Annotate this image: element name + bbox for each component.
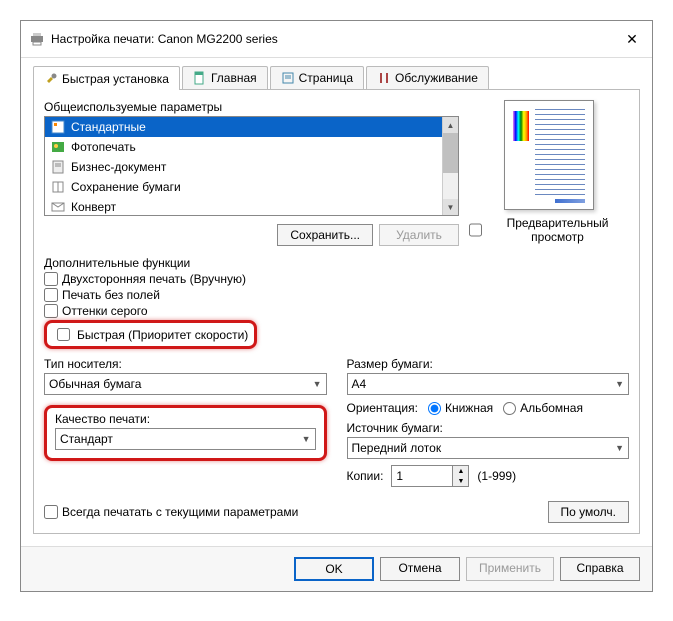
window-title: Настройка печати: Canon MG2200 series bbox=[51, 32, 620, 46]
duplex-label: Двухсторонняя печать (Вручную) bbox=[62, 272, 246, 286]
tools-icon bbox=[377, 71, 391, 85]
chevron-down-icon: ▼ bbox=[302, 434, 311, 444]
grayscale-row[interactable]: Оттенки серого bbox=[44, 304, 629, 318]
preview-checkbox[interactable] bbox=[469, 223, 482, 237]
preview-bar bbox=[555, 199, 585, 203]
chevron-down-icon: ▼ bbox=[313, 379, 322, 389]
fast-label: Быстрая (Приоритет скорости) bbox=[77, 328, 248, 342]
quality-highlight: Качество печати: Стандарт ▼ bbox=[44, 405, 327, 461]
standard-icon bbox=[51, 120, 65, 134]
photo-icon bbox=[51, 140, 65, 154]
wrench-icon bbox=[44, 72, 58, 86]
scrollbar[interactable]: ▲ ▼ bbox=[442, 117, 458, 215]
borderless-checkbox[interactable] bbox=[44, 288, 58, 302]
landscape-radio-row[interactable]: Альбомная bbox=[503, 401, 583, 415]
tab-maintenance[interactable]: Обслуживание bbox=[366, 66, 489, 90]
paper-size-select[interactable]: A4 ▼ bbox=[347, 373, 630, 395]
quality-select[interactable]: Стандарт ▼ bbox=[55, 428, 316, 450]
grayscale-checkbox[interactable] bbox=[44, 304, 58, 318]
cancel-button[interactable]: Отмена bbox=[380, 557, 460, 581]
fast-checkbox[interactable] bbox=[57, 328, 70, 341]
tab-label: Главная bbox=[211, 71, 257, 85]
tab-page[interactable]: Страница bbox=[270, 66, 364, 90]
list-item[interactable]: Сохранение бумаги bbox=[45, 177, 442, 197]
tab-label: Обслуживание bbox=[395, 71, 478, 85]
page-icon bbox=[281, 71, 295, 85]
defaults-button[interactable]: По умолч. bbox=[548, 501, 629, 523]
presets-label: Общеиспользуемые параметры bbox=[44, 100, 459, 114]
portrait-radio-row[interactable]: Книжная bbox=[428, 401, 493, 415]
borderless-row[interactable]: Печать без полей bbox=[44, 288, 629, 302]
orientation-label: Ориентация: bbox=[347, 401, 418, 415]
portrait-radio[interactable] bbox=[428, 402, 441, 415]
chevron-down-icon: ▼ bbox=[615, 443, 624, 453]
always-label: Всегда печатать с текущими параметрами bbox=[62, 505, 298, 519]
preview-checkbox-label: Предварительный просмотр bbox=[486, 216, 629, 244]
grayscale-label: Оттенки серого bbox=[62, 304, 148, 318]
duplex-checkbox[interactable] bbox=[44, 272, 58, 286]
source-label: Источник бумаги: bbox=[347, 421, 630, 435]
tab-strip: Быстрая установка Главная Страница Обслу… bbox=[33, 66, 640, 90]
scroll-up-button[interactable]: ▲ bbox=[443, 117, 458, 133]
scroll-thumb[interactable] bbox=[443, 133, 458, 173]
spin-up-button[interactable]: ▲ bbox=[453, 466, 468, 476]
quality-label: Качество печати: bbox=[55, 412, 316, 426]
ok-button[interactable]: OK bbox=[294, 557, 374, 581]
copies-input[interactable] bbox=[392, 466, 452, 486]
scroll-down-button[interactable]: ▼ bbox=[443, 199, 458, 215]
borderless-label: Печать без полей bbox=[62, 288, 160, 302]
source-select[interactable]: Передний лоток ▼ bbox=[347, 437, 630, 459]
titlebar: Настройка печати: Canon MG2200 series ✕ bbox=[21, 21, 652, 58]
tab-main[interactable]: Главная bbox=[182, 66, 268, 90]
save-paper-icon bbox=[51, 180, 65, 194]
media-select[interactable]: Обычная бумага ▼ bbox=[44, 373, 327, 395]
preview-rainbow bbox=[513, 111, 529, 141]
list-item[interactable]: Конверт bbox=[45, 197, 442, 215]
chevron-down-icon: ▼ bbox=[615, 379, 624, 389]
page-preview bbox=[504, 100, 594, 210]
list-item[interactable]: Бизнес-документ bbox=[45, 157, 442, 177]
dialog-button-bar: OK Отмена Применить Справка bbox=[21, 546, 652, 591]
media-label: Тип носителя: bbox=[44, 357, 327, 371]
spin-down-button[interactable]: ▼ bbox=[453, 476, 468, 486]
printer-icon bbox=[29, 31, 45, 47]
close-button[interactable]: ✕ bbox=[620, 27, 644, 51]
tab-quick-setup[interactable]: Быстрая установка bbox=[33, 66, 180, 90]
preview-checkbox-row[interactable]: Предварительный просмотр bbox=[469, 216, 629, 244]
save-preset-button[interactable]: Сохранить... bbox=[277, 224, 373, 246]
presets-listbox[interactable]: Стандартные Фотопечать Бизнес-документ bbox=[44, 116, 459, 216]
landscape-radio[interactable] bbox=[503, 402, 516, 415]
business-icon bbox=[51, 160, 65, 174]
list-item[interactable]: Фотопечать bbox=[45, 137, 442, 157]
preview-lines bbox=[535, 109, 585, 195]
fast-highlight: Быстрая (Приоритет скорости) bbox=[44, 320, 257, 349]
extras-label: Дополнительные функции bbox=[44, 256, 629, 270]
delete-preset-button: Удалить bbox=[379, 224, 459, 246]
copies-range: (1-999) bbox=[477, 469, 516, 483]
tab-panel: Общеиспользуемые параметры Стандартные Ф… bbox=[33, 90, 640, 534]
list-item[interactable]: Стандартные bbox=[45, 117, 442, 137]
tab-label: Страница bbox=[299, 71, 353, 85]
help-button[interactable]: Справка bbox=[560, 557, 640, 581]
copies-spinner[interactable]: ▲ ▼ bbox=[391, 465, 469, 487]
content-area: Быстрая установка Главная Страница Обслу… bbox=[21, 58, 652, 546]
print-settings-dialog: Настройка печати: Canon MG2200 series ✕ … bbox=[20, 20, 653, 592]
doc-icon bbox=[193, 71, 207, 85]
envelope-icon bbox=[51, 200, 65, 214]
duplex-row[interactable]: Двухсторонняя печать (Вручную) bbox=[44, 272, 629, 286]
apply-button: Применить bbox=[466, 557, 554, 581]
copies-label: Копии: bbox=[347, 469, 384, 483]
always-checkbox[interactable] bbox=[44, 505, 58, 519]
always-row[interactable]: Всегда печатать с текущими параметрами bbox=[44, 505, 298, 519]
paper-size-label: Размер бумаги: bbox=[347, 357, 630, 371]
tab-label: Быстрая установка bbox=[62, 72, 169, 86]
